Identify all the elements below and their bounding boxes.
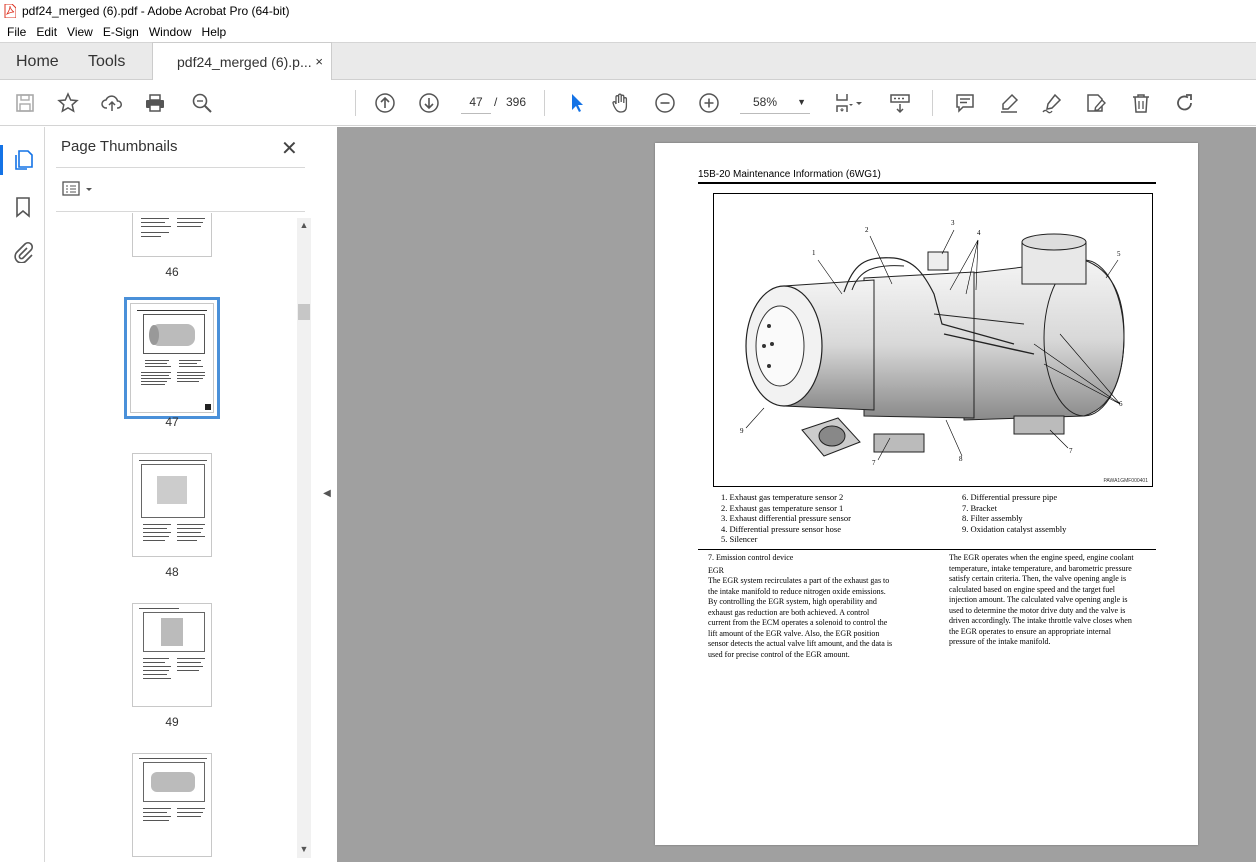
left-column: 7. Emission control device EGR The EGR s… (708, 553, 923, 660)
chevron-down-icon: ▼ (797, 97, 806, 107)
scrollbar-thumb[interactable] (298, 304, 310, 320)
tab-bar: Home Tools pdf24_merged (6).p... × (0, 42, 1256, 81)
thumbnail-label: 49 (165, 715, 179, 729)
search-zoom-icon[interactable] (190, 91, 214, 115)
thumbnail-page-selected[interactable] (124, 297, 220, 419)
upload-icon[interactable] (100, 91, 124, 115)
right-column: The EGR operates when the engine speed, … (949, 553, 1134, 646)
thumbnails-panel: Page Thumbnails ✕ 46 47 48 49 ▲ ▼ (46, 127, 316, 862)
callout-5: 5 (1117, 250, 1121, 258)
thumbnail-label: 47 (165, 415, 179, 429)
subheading: EGR (708, 565, 724, 575)
highlight-icon[interactable] (997, 91, 1021, 115)
comment-icon[interactable] (953, 91, 977, 115)
page-separator: / (494, 95, 498, 109)
pdf-page: 15B-20 Maintenance Information (6WG1) 1 … (655, 143, 1198, 845)
page-number-input[interactable]: 47 (461, 90, 491, 114)
callout-9: 9 (740, 427, 744, 435)
callout-6: 6 (1119, 400, 1123, 408)
thumbnail-page[interactable] (132, 753, 212, 857)
menu-file[interactable]: File (2, 25, 31, 39)
callout-3: 3 (951, 219, 955, 227)
chevron-down-icon[interactable] (853, 91, 865, 115)
collapse-panel-icon[interactable]: ◀ (320, 480, 334, 506)
callout-7a: 7 (872, 459, 876, 467)
hand-icon[interactable] (609, 91, 633, 115)
legend-left: 1. Exhaust gas temperature sensor 2 2. E… (721, 492, 851, 544)
menu-help[interactable]: Help (197, 25, 232, 39)
chevron-down-icon[interactable]: ▼ (297, 842, 311, 856)
tab-document-label: pdf24_merged (6).p... (177, 54, 312, 70)
active-indicator (0, 145, 3, 175)
redo-icon[interactable] (1173, 91, 1197, 115)
tab-close-icon[interactable]: × (315, 43, 323, 81)
thumbnail-page[interactable] (132, 213, 212, 257)
zoom-out-icon[interactable] (653, 91, 677, 115)
page-down-icon[interactable] (417, 91, 441, 115)
menu-bar: File Edit View E-Sign Window Help (0, 22, 1256, 42)
left-rail (0, 127, 45, 862)
thumbnail-options-button[interactable] (61, 179, 97, 199)
thumbnail-list: 46 47 48 49 (46, 213, 296, 862)
scroll-mode-icon[interactable] (888, 91, 912, 115)
callout-4: 4 (977, 229, 981, 237)
edit-icon[interactable] (1084, 91, 1108, 115)
page-total: 396 (506, 95, 527, 109)
thumbnail-scrollbar[interactable]: ▲ ▼ (297, 218, 311, 858)
acrobat-pdf-icon (4, 4, 16, 18)
select-cursor-icon[interactable] (565, 91, 589, 115)
sign-icon[interactable] (1040, 91, 1064, 115)
delete-icon[interactable] (1129, 91, 1153, 115)
bookmark-icon[interactable] (11, 195, 35, 219)
figure-id: PAWA1GMF000401 (1103, 478, 1148, 484)
exhaust-assembly-illustration (745, 229, 1125, 461)
thumbnail-label: 46 (165, 265, 179, 279)
attachment-icon[interactable] (11, 240, 35, 264)
tab-document[interactable]: pdf24_merged (6).p... × (152, 42, 332, 81)
window-title: pdf24_merged (6).pdf - Adobe Acrobat Pro… (22, 4, 290, 18)
tab-tools[interactable]: Tools (88, 43, 125, 81)
thumbnail-label: 48 (165, 565, 179, 579)
chevron-up-icon[interactable]: ▲ (297, 218, 311, 232)
zoom-in-icon[interactable] (697, 91, 721, 115)
callout-2: 2 (865, 226, 869, 234)
tab-home[interactable]: Home (16, 43, 59, 81)
panel-title: Page Thumbnails (61, 138, 178, 155)
title-bar: pdf24_merged (6).pdf - Adobe Acrobat Pro… (0, 0, 1256, 22)
page-header: 15B-20 Maintenance Information (6WG1) (698, 169, 881, 180)
page-thumbnails-icon[interactable] (11, 148, 35, 172)
section-title: 7. Emission control device (708, 553, 794, 562)
document-area: 15B-20 Maintenance Information (6WG1) 1 … (337, 127, 1256, 862)
legend-right: 6. Differential pressure pipe 7. Bracket… (962, 492, 1067, 534)
toolbar: 47 / 396 58% ▼ (0, 80, 1256, 126)
save-icon[interactable] (13, 91, 37, 115)
thumbnail-page[interactable] (132, 603, 212, 707)
zoom-value: 58% (753, 95, 778, 109)
callout-7b: 7 (1069, 447, 1073, 455)
callout-8: 8 (959, 455, 963, 463)
thumbnail-page[interactable] (132, 453, 212, 557)
menu-view[interactable]: View (62, 25, 98, 39)
callout-1: 1 (812, 249, 816, 257)
close-icon[interactable]: ✕ (281, 136, 298, 161)
exhaust-assembly-figure: 1 2 3 4 5 6 7 7 8 9 PAWA1GMF000401 (713, 193, 1153, 487)
menu-edit[interactable]: Edit (31, 25, 62, 39)
menu-esign[interactable]: E-Sign (98, 25, 144, 39)
star-icon[interactable] (56, 91, 80, 115)
print-icon[interactable] (143, 91, 167, 115)
page-up-icon[interactable] (373, 91, 397, 115)
menu-window[interactable]: Window (144, 25, 197, 39)
zoom-select[interactable]: 58% ▼ (740, 90, 810, 114)
